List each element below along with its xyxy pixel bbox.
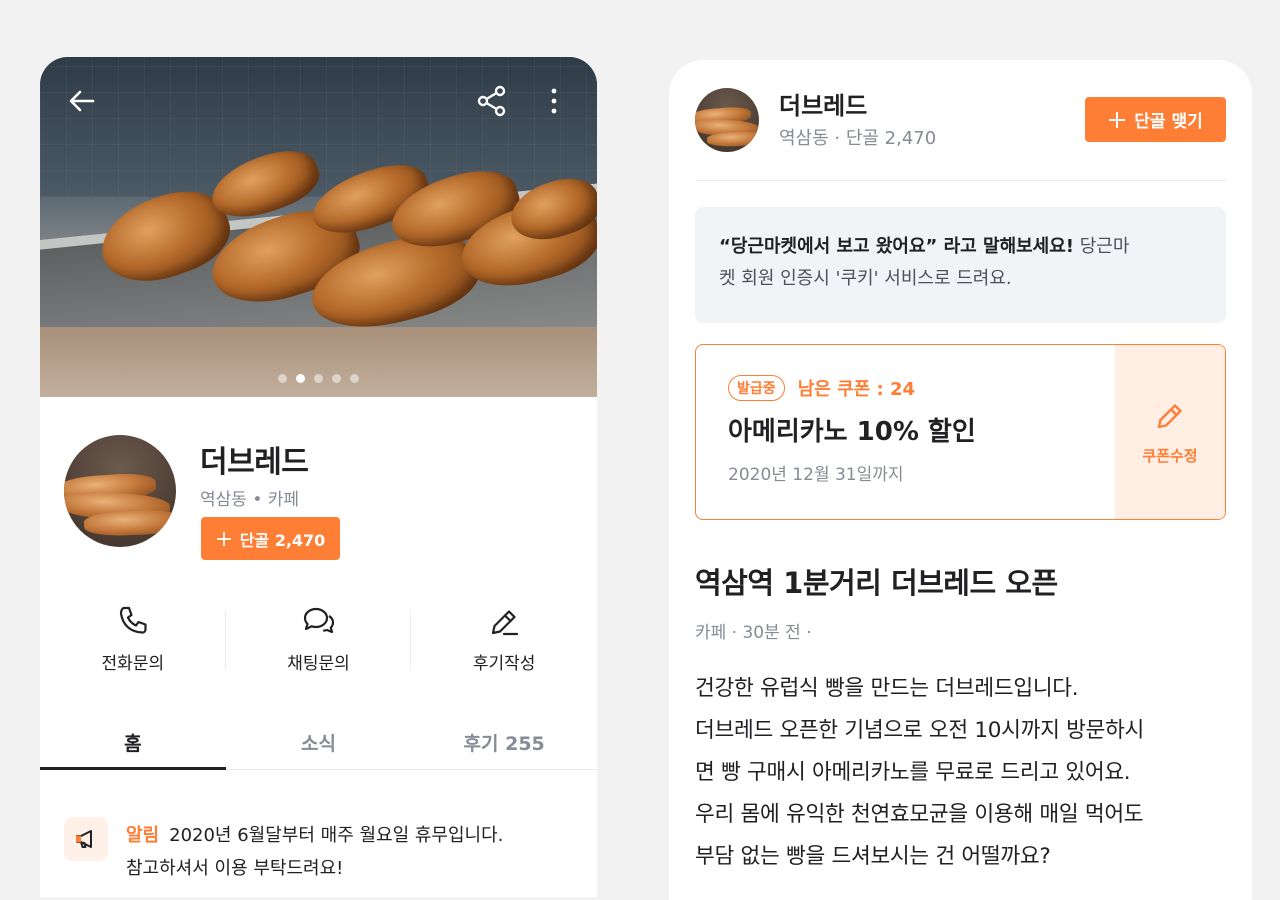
promo-message-box: “당근마켓에서 보고 왔어요” 라고 말해보세요! 당근마 켓 회원 인증시 '… xyxy=(695,207,1226,323)
pencil-icon xyxy=(1157,403,1182,428)
post-title: 역삼역 1분거리 더브레드 오픈 xyxy=(695,566,1058,600)
gallery-pagination xyxy=(40,374,597,383)
notice-line-2: 참고하셔서 이용 부탁드려요! xyxy=(126,858,344,879)
tab-reviews[interactable]: 후기 255 xyxy=(411,715,597,769)
phone-icon xyxy=(119,606,147,634)
post-meta: 카페 · 30분 전 · xyxy=(695,623,812,643)
plus-icon xyxy=(1109,111,1126,128)
bread-image xyxy=(83,509,176,537)
back-button[interactable] xyxy=(62,81,102,121)
coupon-card[interactable]: 발급중 남은 쿠폰 : 24 아메리카노 10% 할인 2020년 12월 31… xyxy=(695,344,1226,520)
become-regular-button[interactable]: 단골 맺기 xyxy=(1085,97,1226,142)
store-location-regulars: 역삼동 · 단골 2,470 xyxy=(779,128,937,149)
store-avatar xyxy=(64,435,176,547)
write-review-button[interactable]: 후기작성 xyxy=(411,605,597,675)
edit-coupon-button[interactable]: 쿠폰수정 xyxy=(1115,345,1225,519)
regular-customer-button[interactable]: 단골 2,470 xyxy=(201,517,340,560)
notice-tag: 알림 xyxy=(126,825,160,846)
post-body-line: 면 빵 구매시 아메리카노를 무료로 드리고 있어요. xyxy=(695,760,1131,785)
promo-message-line-2: 켓 회원 인증시 '쿠키' 서비스로 드려요. xyxy=(719,268,1012,289)
phone-inquiry-button[interactable]: 전화문의 xyxy=(40,605,226,675)
phone-inquiry-label: 전화문의 xyxy=(101,654,165,674)
become-regular-label: 단골 맺기 xyxy=(1134,112,1203,132)
store-name: 더브레드 xyxy=(200,445,309,480)
coupon-expiry: 2020년 12월 31일까지 xyxy=(728,465,904,485)
notice-text: 알림 2020년 6월달부터 매주 월요일 휴무입니다. 참고하셔서 이용 부탁드… xyxy=(126,819,596,885)
counter-image xyxy=(40,327,597,397)
contact-actions: 전화문의 채팅문의 후기작성 xyxy=(40,605,597,675)
store-photo-gallery[interactable] xyxy=(40,57,597,397)
promo-message-rest: 당근마 xyxy=(1074,236,1130,257)
store-post-card: 더브레드 역삼동 · 단골 2,470 단골 맺기 “당근마켓에서 보고 왔어요… xyxy=(669,60,1252,900)
pagination-dot-active[interactable] xyxy=(296,374,305,383)
arrow-left-icon xyxy=(69,90,95,112)
share-icon xyxy=(477,85,506,117)
divider xyxy=(695,180,1226,181)
store-avatar[interactable] xyxy=(695,88,759,152)
more-options-button[interactable] xyxy=(534,81,574,121)
megaphone-icon xyxy=(76,830,92,848)
coupon-status-badge: 발급중 xyxy=(728,375,785,401)
pencil-icon xyxy=(492,610,519,636)
post-body-line: 더브레드 오픈한 기념으로 오전 10시까지 방문하시 xyxy=(695,718,1145,743)
bread-image xyxy=(706,130,759,148)
regular-customer-label: 단골 2,470 xyxy=(239,530,326,550)
tab-home[interactable]: 홈 xyxy=(40,715,226,770)
chat-icon xyxy=(303,607,334,634)
post-body: 건강한 유럽식 빵을 만드는 더브레드입니다. 더브레드 오픈한 기념으로 오전… xyxy=(695,668,1235,878)
chat-inquiry-button[interactable]: 채팅문의 xyxy=(226,605,412,675)
post-body-line: 건강한 유럽식 빵을 만드는 더브레드입니다. xyxy=(695,676,1079,701)
coupon-remaining: 남은 쿠폰 : 24 xyxy=(797,379,916,400)
promo-message-bold: “당근마켓에서 보고 왔어요” 라고 말해보세요! xyxy=(719,236,1075,257)
edit-coupon-label: 쿠폰수정 xyxy=(1142,446,1198,465)
pagination-dot[interactable] xyxy=(332,374,341,383)
notice-line-1: 2020년 6월달부터 매주 월요일 휴무입니다. xyxy=(169,825,504,846)
write-review-label: 후기작성 xyxy=(472,654,536,674)
coupon-title: 아메리카노 10% 할인 xyxy=(728,417,976,447)
chat-inquiry-label: 채팅문의 xyxy=(287,654,350,674)
post-body-line: 부담 없는 빵을 드셔보시는 건 어떨까요? xyxy=(695,844,1051,869)
more-vertical-icon xyxy=(551,88,557,114)
store-name: 더브레드 xyxy=(779,92,868,120)
store-location-category: 역삼동 • 카페 xyxy=(200,490,300,510)
coupon-info: 발급중 남은 쿠폰 : 24 아메리카노 10% 할인 2020년 12월 31… xyxy=(728,375,976,485)
notice-icon-box xyxy=(64,817,108,861)
pagination-dot[interactable] xyxy=(314,374,323,383)
post-body-line: 우리 몸에 유익한 천연효모균을 이용해 매일 먹어도 xyxy=(695,802,1144,827)
pagination-dot[interactable] xyxy=(278,374,287,383)
pagination-dot[interactable] xyxy=(350,374,359,383)
share-button[interactable] xyxy=(472,81,512,121)
tab-news[interactable]: 소식 xyxy=(226,715,412,769)
store-profile-card: 더브레드 역삼동 • 카페 단골 2,470 전화문의 채팅문의 후기작성 홈 … xyxy=(40,57,597,897)
store-tabs: 홈 소식 후기 255 xyxy=(40,715,597,770)
plus-icon xyxy=(216,531,231,546)
